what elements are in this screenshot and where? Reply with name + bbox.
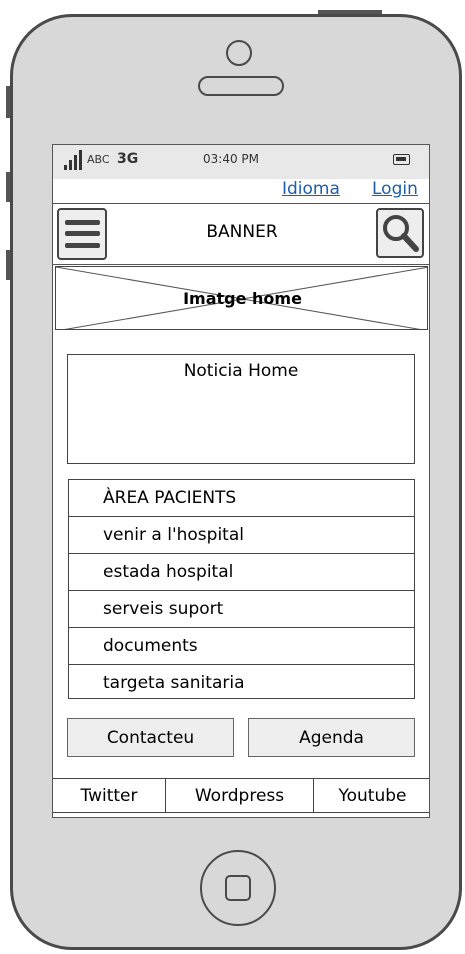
battery-icon	[393, 154, 410, 165]
tab-youtube[interactable]: Youtube	[314, 779, 429, 812]
language-link[interactable]: Idioma	[282, 179, 340, 199]
signal-icon	[64, 165, 67, 170]
social-tab-bar: Twitter Wordpress Youtube	[53, 778, 429, 813]
banner-title: BANNER	[206, 222, 278, 242]
tab-twitter[interactable]: Twitter	[53, 779, 166, 812]
contact-button[interactable]: Contacteu	[67, 718, 234, 757]
patient-area-menu: ÀREA PACIENTS venir a l'hospital estada …	[68, 479, 415, 699]
agenda-button[interactable]: Agenda	[248, 718, 415, 757]
news-box[interactable]: Noticia Home	[67, 354, 415, 464]
tab-wordpress[interactable]: Wordpress	[166, 779, 314, 812]
hamburger-menu-icon[interactable]	[57, 208, 107, 260]
speaker-grille	[198, 76, 284, 96]
front-camera-icon	[226, 40, 252, 66]
network-type: 3G	[117, 151, 139, 167]
carrier-name: ABC	[87, 153, 110, 166]
home-image-label: Imatge home	[183, 289, 302, 308]
screen: ABC 3G 03:40 PM Idioma Login BANNER Imat…	[52, 144, 430, 818]
status-bar: ABC 3G 03:40 PM	[53, 145, 429, 179]
patient-area-title: ÀREA PACIENTS	[69, 480, 414, 517]
clock: 03:40 PM	[203, 152, 259, 166]
menu-item-health-card[interactable]: targeta sanitaria	[69, 665, 414, 701]
menu-item-documents[interactable]: documents	[69, 628, 414, 665]
login-link[interactable]: Login	[372, 179, 418, 199]
menu-item-support-services[interactable]: serveis suport	[69, 591, 414, 628]
search-icon[interactable]	[376, 208, 424, 258]
header-bar: BANNER	[53, 203, 429, 265]
menu-item-hospital-stay[interactable]: estada hospital	[69, 554, 414, 591]
menu-item-visit-hospital[interactable]: venir a l'hospital	[69, 517, 414, 554]
home-button-square-icon	[225, 875, 251, 901]
news-title: Noticia Home	[183, 361, 299, 381]
home-image-placeholder: Imatge home	[55, 266, 428, 330]
